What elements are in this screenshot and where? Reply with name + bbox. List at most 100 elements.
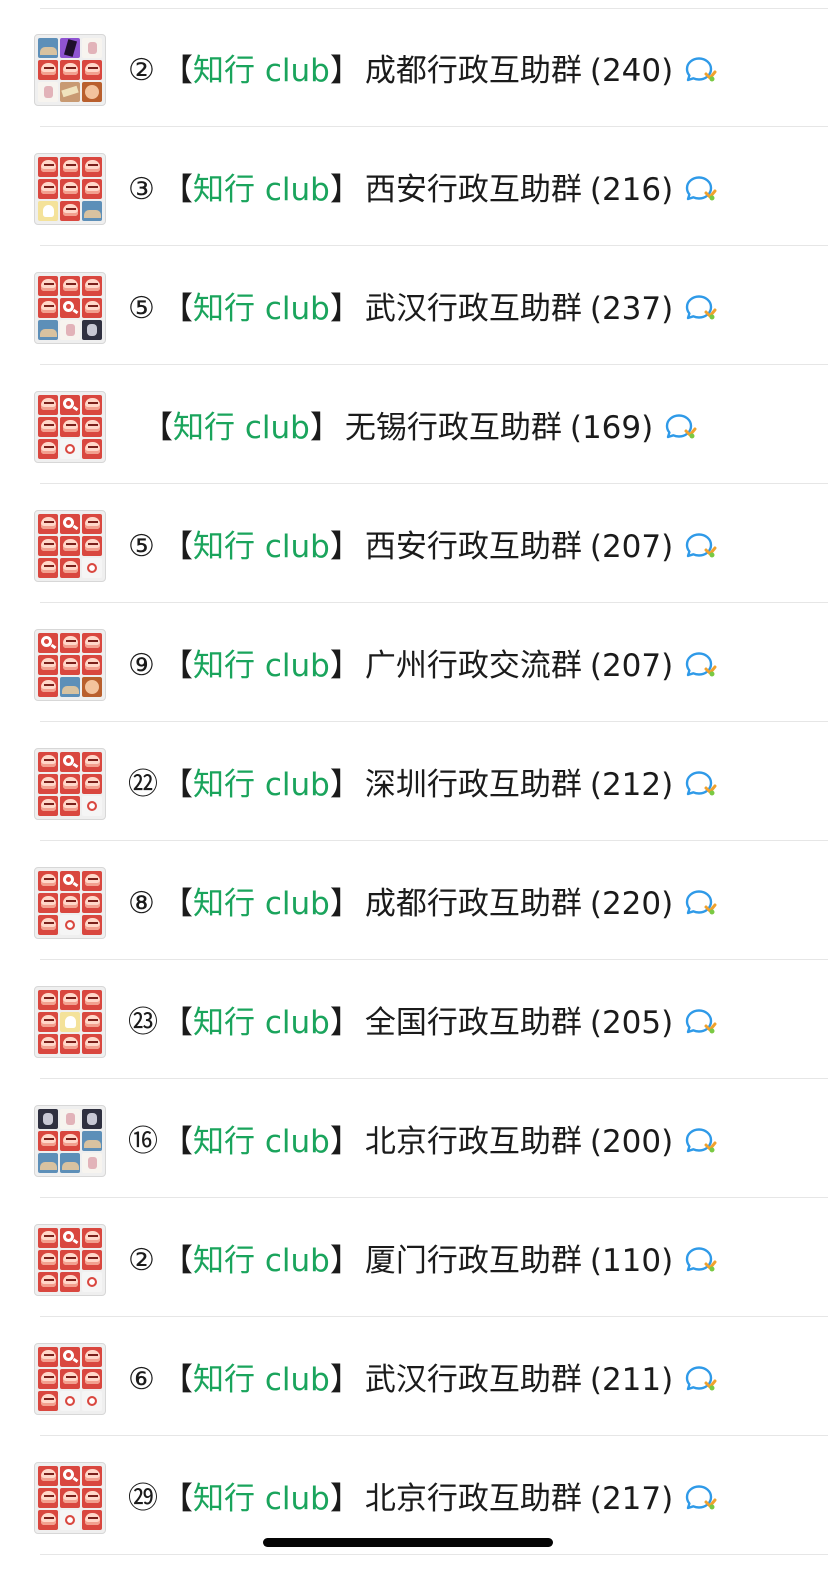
avatar-tile	[82, 1347, 102, 1367]
avatar-tile	[60, 1153, 80, 1173]
group-avatar	[34, 34, 106, 106]
avatar-tile	[60, 915, 80, 935]
member-count: (220)	[589, 886, 674, 922]
avatar-tile	[82, 558, 102, 578]
right-bracket: 】	[329, 886, 361, 922]
avatar-tile	[60, 82, 80, 102]
avatar-tile	[82, 1012, 102, 1032]
right-bracket: 】	[329, 648, 361, 684]
avatar-tile	[38, 417, 58, 437]
member-count: (205)	[589, 1005, 674, 1041]
avatar-tile	[82, 1510, 102, 1530]
group-avatar	[34, 1343, 106, 1415]
group-title: ㉓ 【 知行 club 】 全国行政互助群 (205)	[128, 1000, 719, 1046]
avatar-tile	[60, 1466, 80, 1486]
avatar-tile	[82, 1488, 102, 1508]
avatar-tile	[82, 774, 102, 794]
group-chat-item[interactable]: ㉓ 【 知行 club 】 全国行政互助群 (205)	[0, 960, 828, 1079]
avatar-tile	[38, 60, 58, 80]
group-chat-item[interactable]: ㉒ 【 知行 club 】 深圳行政互助群 (212)	[0, 722, 828, 841]
group-number: ㉓	[128, 1005, 158, 1040]
avatar-tile	[82, 1272, 102, 1292]
avatar-tile	[38, 871, 58, 891]
group-chat-item[interactable]: ② 【 知行 club 】 成都行政互助群 (240)	[0, 8, 828, 127]
avatar-tile	[38, 1153, 58, 1173]
group-title: ⑤ 【 知行 club 】 西安行政互助群 (207)	[128, 524, 719, 570]
group-chat-item[interactable]: ③ 【 知行 club 】 西安行政互助群 (216)	[0, 127, 828, 246]
avatar-tile	[82, 38, 102, 58]
avatar-tile	[82, 796, 102, 816]
avatar-tile	[82, 60, 102, 80]
brand-label: 知行 club	[193, 1005, 330, 1041]
group-title: 【 知行 club 】 无锡行政互助群 (169)	[142, 405, 699, 451]
group-number: ⑨	[128, 648, 155, 683]
brand-label: 知行 club	[193, 529, 330, 565]
avatar-tile	[38, 752, 58, 772]
member-count: (207)	[589, 529, 674, 565]
avatar-tile	[60, 871, 80, 891]
left-bracket: 【	[142, 410, 173, 446]
chat-bubble-icon	[681, 770, 719, 802]
member-count: (237)	[589, 291, 674, 327]
avatar-tile	[82, 655, 102, 675]
member-count: (110)	[589, 1243, 674, 1279]
avatar-tile	[60, 774, 80, 794]
group-name: 北京行政互助群	[364, 1124, 582, 1160]
avatar-tile	[38, 320, 58, 340]
group-chat-item[interactable]: ⑥ 【 知行 club 】 武汉行政互助群 (211)	[0, 1317, 828, 1436]
group-number: ㉙	[128, 1481, 158, 1516]
group-name: 成都行政互助群	[364, 53, 582, 89]
avatar-tile	[82, 439, 102, 459]
right-bracket: 】	[329, 1243, 361, 1279]
right-bracket: 】	[329, 1481, 361, 1517]
brand-label: 知行 club	[193, 1481, 330, 1517]
avatar-tile	[60, 1012, 80, 1032]
group-chat-item[interactable]: ⑤ 【 知行 club 】 西安行政互助群 (207)	[0, 484, 828, 603]
avatar-tile	[38, 1488, 58, 1508]
avatar-tile	[60, 201, 80, 221]
avatar-tile	[38, 201, 58, 221]
avatar-tile	[60, 395, 80, 415]
avatar-tile	[60, 655, 80, 675]
brand-label: 知行 club	[193, 767, 330, 803]
avatar-tile	[60, 320, 80, 340]
avatar-tile	[82, 1109, 102, 1129]
group-name: 全国行政互助群	[364, 1005, 582, 1041]
avatar-tile	[60, 796, 80, 816]
avatar-tile	[60, 558, 80, 578]
group-chat-item[interactable]: ⑧ 【 知行 club 】 成都行政互助群 (220)	[0, 841, 828, 960]
left-bracket: 【	[162, 1481, 193, 1517]
avatar-tile	[38, 677, 58, 697]
member-count: (207)	[589, 648, 674, 684]
group-title: ⑤ 【 知行 club 】 武汉行政互助群 (237)	[128, 286, 719, 332]
group-chat-item[interactable]: ⑨ 【 知行 club 】 广州行政交流群 (207)	[0, 603, 828, 722]
chat-bubble-icon	[681, 294, 719, 326]
avatar-tile	[38, 38, 58, 58]
avatar-tile	[60, 1228, 80, 1248]
left-bracket: 【	[162, 886, 193, 922]
member-count: (211)	[589, 1362, 674, 1398]
avatar-tile	[38, 1391, 58, 1411]
right-bracket: 】	[329, 291, 361, 327]
group-number: ②	[128, 53, 155, 88]
group-name: 厦门行政互助群	[364, 1243, 582, 1279]
member-count: (216)	[589, 172, 674, 208]
group-avatar	[34, 272, 106, 344]
home-indicator[interactable]	[263, 1538, 553, 1547]
group-title: ⑥ 【 知行 club 】 武汉行政互助群 (211)	[128, 1357, 719, 1403]
group-chat-item[interactable]: ⑤ 【 知行 club 】 武汉行政互助群 (237)	[0, 246, 828, 365]
brand-label: 知行 club	[193, 1243, 330, 1279]
right-bracket: 】	[329, 1362, 361, 1398]
group-chat-item[interactable]: ② 【 知行 club 】 厦门行政互助群 (110)	[0, 1198, 828, 1317]
right-bracket: 】	[309, 410, 341, 446]
group-chat-item[interactable]: ⑯ 【 知行 club 】 北京行政互助群 (200)	[0, 1079, 828, 1198]
avatar-tile	[38, 893, 58, 913]
chat-bubble-icon	[681, 1127, 719, 1159]
chat-bubble-icon	[681, 1008, 719, 1040]
avatar-tile	[60, 298, 80, 318]
group-number: ⑤	[128, 291, 155, 326]
group-number: ㉒	[128, 767, 158, 802]
group-chat-item[interactable]: 【 知行 club 】 无锡行政互助群 (169)	[0, 365, 828, 484]
right-bracket: 】	[329, 53, 361, 89]
avatar-tile	[38, 1012, 58, 1032]
